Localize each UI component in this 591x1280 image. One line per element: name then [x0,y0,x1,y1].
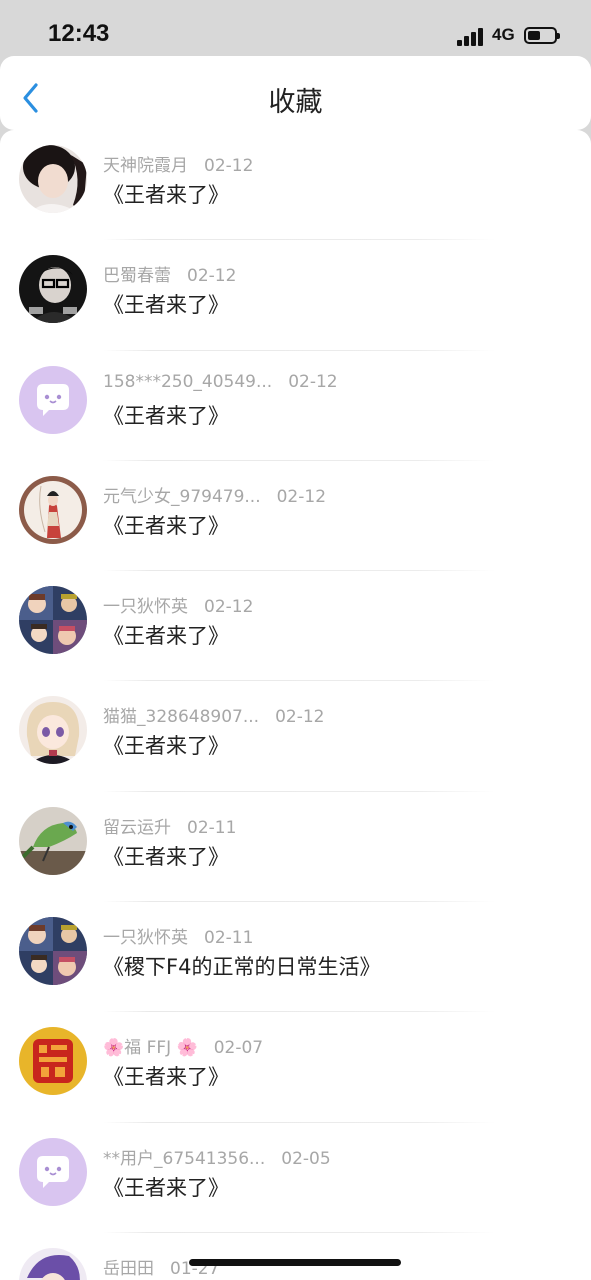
battery-icon [524,27,560,44]
item-meta: 猫猫_328648907... 02-12 [103,702,324,727]
item-title[interactable]: 《稷下F4的正常的日常生活》 [103,951,380,981]
nav-bar: 收藏 [0,56,591,130]
item-meta: 一只狄怀英 02-11 [103,923,253,948]
username: 一只狄怀英 [103,597,188,618]
item-meta: 一只狄怀英 02-12 [103,592,253,617]
item-title[interactable]: 《王者来了》 [103,179,229,209]
date: 02-11 [204,928,254,949]
page-title: 收藏 [268,87,323,118]
signal-icon [457,28,485,46]
date: 02-12 [288,371,338,392]
avatar[interactable] [19,1137,87,1206]
list-item[interactable]: 一只狄怀英 02-12 《王者来了》 [0,571,591,682]
username: 🌸福 FFJ 🌸 [103,1038,198,1059]
avatar[interactable] [19,696,87,765]
item-meta: 留云运升 02-11 [103,813,236,838]
list-item[interactable]: 巴蜀春蕾 02-12 《王者来了》 [0,240,591,351]
date: 02-12 [187,266,237,287]
list-item[interactable]: 猫猫_328648907... 02-12 《王者来了》 [0,681,591,792]
username: 岳田田 [103,1258,154,1279]
home-indicator[interactable] [189,1259,401,1266]
list-item[interactable]: 岳田田 01-27 [0,1233,591,1280]
avatar[interactable] [19,475,87,544]
item-meta: 🌸福 FFJ 🌸 02-07 [103,1033,263,1058]
status-time: 12:43 [48,20,110,47]
date: 02-12 [276,486,327,507]
username: 天神院霞月 [103,156,188,176]
avatar[interactable] [19,1247,87,1280]
item-title[interactable]: 《王者来了》 [103,1061,229,1091]
date: 02-11 [187,817,237,838]
username: 一只狄怀英 [103,928,188,949]
username: 猫猫_328648907... [103,707,260,728]
item-title[interactable]: 《王者来了》 [103,620,229,650]
avatar[interactable] [19,586,87,655]
list-item[interactable]: 🌸福 FFJ 🌸 02-07 《王者来了》 [0,1012,591,1123]
username: 158***250_40549... [103,371,273,392]
username: 留云运升 [103,817,171,838]
date: 02-12 [204,597,254,618]
avatar[interactable] [19,806,87,875]
list-item[interactable]: 一只狄怀英 02-11 《稷下F4的正常的日常生活》 [0,902,591,1013]
item-title[interactable]: 《王者来了》 [103,730,229,760]
item-meta: **用户_67541356... 02-05 [103,1144,331,1169]
item-title[interactable]: 《王者来了》 [103,289,229,319]
avatar[interactable] [19,255,87,324]
item-meta: 元气少女_979479... 02-12 [103,482,326,507]
item-meta: 158***250_40549... 02-12 [103,372,338,392]
item-meta: 岳田田 01-27 [103,1254,219,1279]
avatar[interactable] [19,917,87,986]
list-item[interactable]: 天神院霞月 02-12 《王者来了》 [0,130,591,241]
status-bar: 12:43 4G [0,0,591,56]
avatar[interactable] [19,365,87,434]
avatar[interactable] [19,1027,87,1096]
date: 02-12 [204,156,254,176]
list-item[interactable]: 元气少女_979479... 02-12 《王者来了》 [0,461,591,572]
list-item[interactable]: 留云运升 02-11 《王者来了》 [0,792,591,903]
item-title[interactable]: 《王者来了》 [103,1172,229,1202]
date: 02-07 [213,1038,264,1059]
item-title[interactable]: 《王者来了》 [103,841,229,871]
network-type: 4G [492,25,515,44]
username: 元气少女_979479... [103,486,261,507]
username: **用户_67541356... [103,1148,266,1169]
username: 巴蜀春蕾 [103,266,171,287]
list-item[interactable]: **用户_67541356... 02-05 《王者来了》 [0,1123,591,1233]
avatar[interactable] [19,145,87,213]
item-meta: 天神院霞月 02-12 [103,151,253,176]
favorites-list: 天神院霞月 02-12 《王者来了》 巴蜀春蕾 02-12 《王者来了》 158… [0,130,591,1280]
date: 02-12 [275,707,325,728]
item-meta: 巴蜀春蕾 02-12 [103,261,236,286]
list-item[interactable]: 158***250_40549... 02-12 《王者来了》 [0,351,591,461]
date: 02-05 [281,1148,331,1169]
item-title[interactable]: 《王者来了》 [103,400,229,430]
item-title[interactable]: 《王者来了》 [103,510,229,540]
